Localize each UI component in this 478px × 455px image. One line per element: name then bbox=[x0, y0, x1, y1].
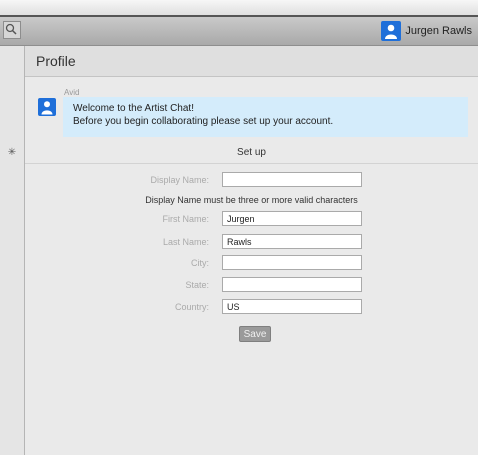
search-icon bbox=[5, 23, 17, 35]
last-name-field[interactable] bbox=[222, 234, 362, 249]
message-line-1: Welcome to the Artist Chat! bbox=[73, 103, 194, 114]
section-divider bbox=[25, 163, 478, 164]
save-button[interactable]: Save bbox=[239, 326, 271, 342]
message-line-2: Before you begin collaborating please se… bbox=[73, 116, 334, 127]
user-name: Jurgen Rawls bbox=[405, 25, 472, 37]
last-name-label: Last Name: bbox=[162, 237, 209, 247]
message-sender: Avid bbox=[64, 88, 80, 97]
display-name-label: Display Name: bbox=[150, 175, 209, 185]
window-chrome bbox=[0, 0, 478, 17]
page-title: Profile bbox=[36, 53, 76, 69]
first-name-label: First Name: bbox=[162, 214, 209, 224]
search-button[interactable] bbox=[3, 21, 21, 39]
state-field[interactable] bbox=[222, 277, 362, 292]
sender-avatar-icon bbox=[38, 98, 56, 116]
top-header: Jurgen Rawls bbox=[0, 17, 478, 46]
city-label: City: bbox=[191, 258, 209, 268]
country-label: Country: bbox=[174, 302, 209, 312]
rail-marker-icon[interactable]: ✳ bbox=[7, 148, 17, 158]
validation-message: Display Name must be three or more valid… bbox=[145, 195, 358, 205]
main-panel: Profile Avid Welcome to the Artist Chat!… bbox=[25, 46, 478, 455]
setup-title: Set up bbox=[237, 147, 266, 158]
left-rail: ✳ bbox=[0, 46, 25, 455]
display-name-field[interactable] bbox=[222, 172, 362, 187]
city-field[interactable] bbox=[222, 255, 362, 270]
state-label: State: bbox=[185, 280, 209, 290]
welcome-message: Welcome to the Artist Chat! Before you b… bbox=[63, 97, 468, 137]
profile-bar: Profile bbox=[25, 46, 478, 77]
user-chip[interactable]: Jurgen Rawls bbox=[381, 21, 472, 41]
user-avatar-icon bbox=[381, 21, 402, 41]
first-name-field[interactable] bbox=[222, 211, 362, 226]
country-field[interactable] bbox=[222, 299, 362, 314]
app-window: Jurgen Rawls ✳ Profile Avid Welcome to t… bbox=[0, 0, 478, 455]
